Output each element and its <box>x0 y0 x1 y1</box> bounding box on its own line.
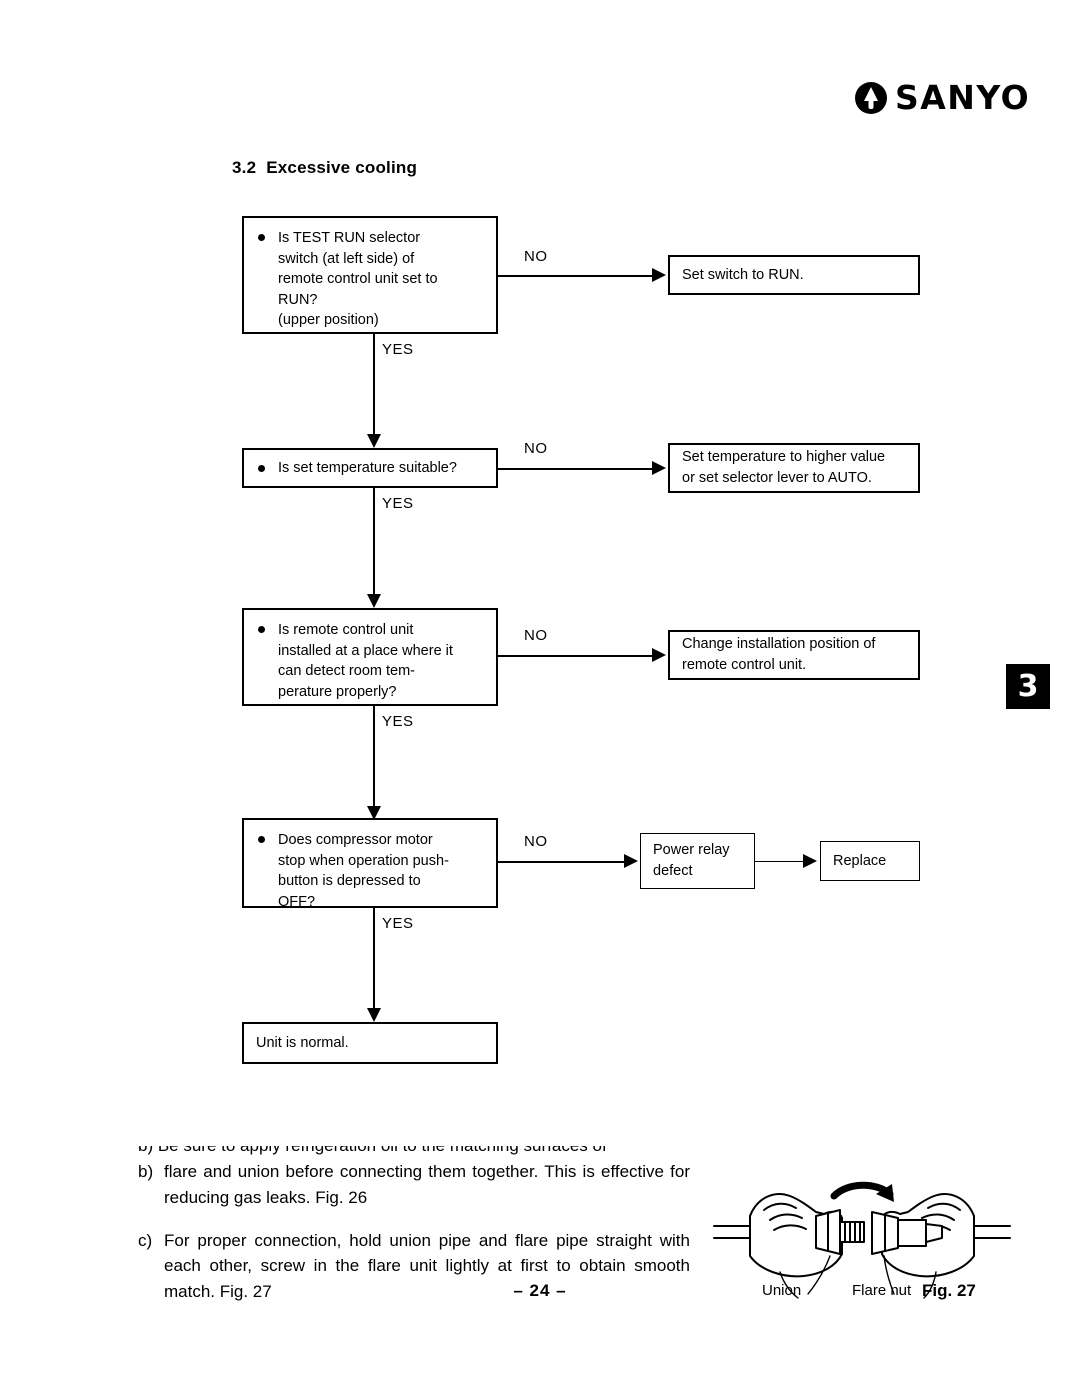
action-box-set-temperature-higher: Set temperature to higher value or set s… <box>668 443 920 493</box>
instruction-marker: b) <box>138 1162 154 1181</box>
decision-box-test-run-selector: Is TEST RUN selector switch (at left sid… <box>242 216 498 334</box>
edge-label-no-4: NO <box>524 833 548 850</box>
connector-no-1 <box>498 275 654 277</box>
connector-yes-1 <box>373 334 375 438</box>
edge-label-yes-2: YES <box>382 495 414 512</box>
bullet-icon <box>258 836 265 843</box>
decision-text: Is remote control unit installed at a pl… <box>278 622 453 700</box>
arrow-yes-4 <box>367 1008 381 1022</box>
arrow-no-4 <box>624 854 638 868</box>
terminal-box-unit-normal: Unit is normal. <box>242 1022 498 1064</box>
rotation-arrow-icon <box>830 1181 894 1202</box>
edge-label-yes-1: YES <box>382 341 414 358</box>
connector-no-2 <box>498 468 654 470</box>
connector-yes-2 <box>373 488 375 598</box>
clipped-instruction-line: b) Be sure to apply refrigeration oil to… <box>138 1146 690 1159</box>
edge-label-no-2: NO <box>524 440 548 457</box>
instruction-marker: c) <box>138 1230 153 1250</box>
instruction-item-b: b) flare and union before connecting the… <box>138 1159 690 1211</box>
arrow-yes-1 <box>367 434 381 448</box>
decision-text: Does compressor motor stop when operatio… <box>278 832 449 910</box>
arrow-replace <box>803 854 817 868</box>
edge-label-no-3: NO <box>524 627 548 644</box>
connector-yes-4 <box>373 908 375 1012</box>
action-text: Change installation position of remote c… <box>682 636 876 673</box>
edge-label-yes-4: YES <box>382 915 414 932</box>
bullet-icon <box>258 464 265 472</box>
action-text: Power relay defect <box>653 842 730 879</box>
page-number: – 24 – <box>513 1281 567 1300</box>
action-box-power-relay-defect: Power relay defect <box>640 833 755 889</box>
troubleshooting-flowchart: Is TEST RUN selector switch (at left sid… <box>0 0 1080 1100</box>
connector-no-4 <box>498 861 626 863</box>
decision-box-remote-control-placement: Is remote control unit installed at a pl… <box>242 608 498 706</box>
edge-label-no-1: NO <box>524 248 548 265</box>
action-box-replace: Replace <box>820 841 920 881</box>
arrow-no-3 <box>652 648 666 662</box>
decision-text: Is set temperature suitable? <box>278 459 457 476</box>
decision-box-compressor-motor-stop: Does compressor motor stop when operatio… <box>242 818 498 910</box>
action-text: Set switch to RUN. <box>682 266 804 283</box>
terminal-text: Unit is normal. <box>256 1034 349 1051</box>
decision-box-set-temperature: Is set temperature suitable? <box>242 448 498 488</box>
connector-yes-3 <box>373 706 375 810</box>
bullet-icon <box>258 234 265 241</box>
edge-label-yes-3: YES <box>382 713 414 730</box>
arrow-yes-2 <box>367 594 381 608</box>
action-box-change-installation-position: Change installation position of remote c… <box>668 630 920 680</box>
decision-text: Is TEST RUN selector switch (at left sid… <box>278 230 438 329</box>
action-box-set-switch-run: Set switch to RUN. <box>668 255 920 295</box>
instruction-text: flare and union before connecting them t… <box>164 1162 690 1207</box>
manual-page: SANYO 3.2 Excessive cooling 3 Is TEST RUN… <box>0 0 1080 1397</box>
connector-no-3 <box>498 655 654 657</box>
arrow-no-1 <box>652 268 666 282</box>
action-text: Replace <box>833 852 887 869</box>
action-text: Set temperature to higher value or set s… <box>682 449 886 486</box>
bullet-icon <box>258 626 265 633</box>
arrow-no-2 <box>652 461 666 475</box>
connector-replace <box>755 861 805 862</box>
